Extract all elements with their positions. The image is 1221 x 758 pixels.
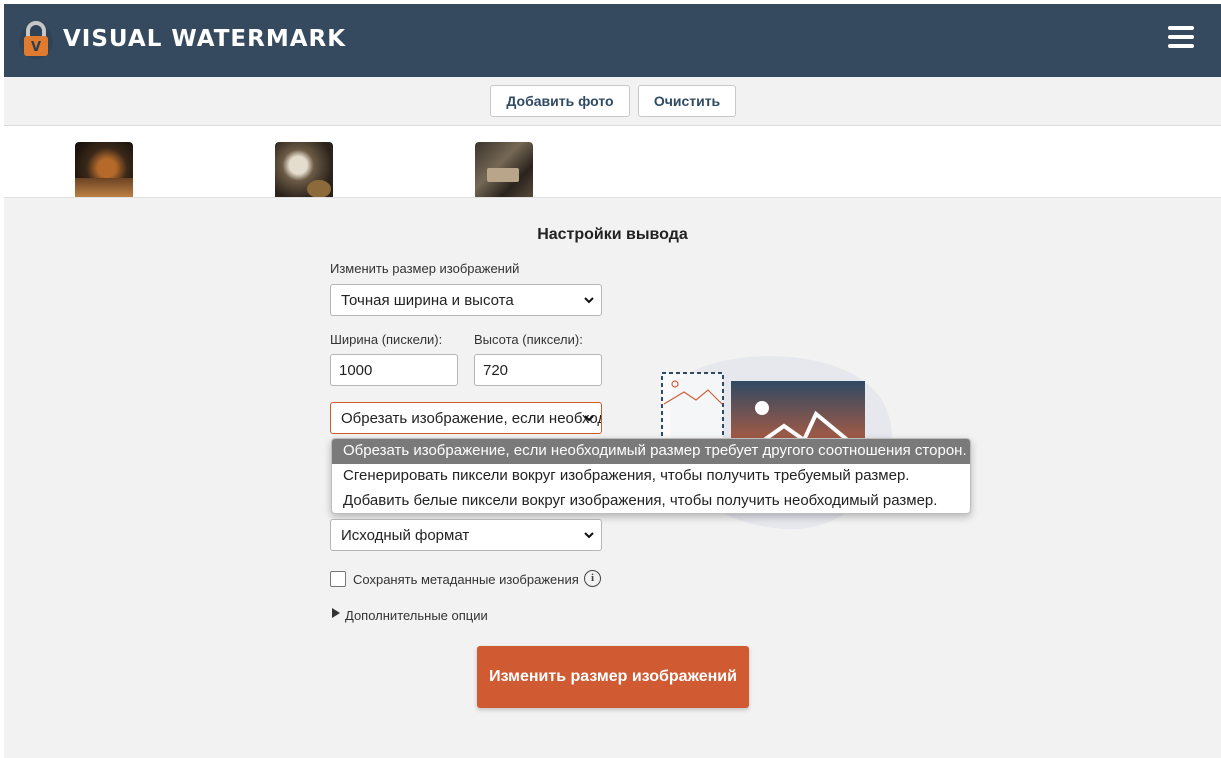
chevron-down-icon (584, 415, 594, 422)
format-select[interactable]: Исходный формат (330, 519, 602, 551)
top-header: V VISUAL WATERMARK (4, 4, 1221, 77)
fit-mode-option-white-pixels[interactable]: Добавить белые пиксели вокруг изображени… (332, 489, 970, 513)
fit-mode-value: Обрезать изображение, если необходимый р… (341, 410, 601, 427)
thumbnail-photo-cafe-table[interactable] (475, 142, 533, 197)
add-photo-button[interactable]: Добавить фото (490, 85, 630, 117)
info-icon[interactable]: i (584, 570, 601, 587)
resize-label: Изменить размер изображений (330, 261, 520, 276)
height-input[interactable]: 720 (474, 354, 602, 386)
keep-metadata-label: Сохранять метаданные изображения (353, 572, 579, 587)
clear-button[interactable]: Очистить (638, 85, 736, 117)
thumbnail-photo-coffee-cup[interactable] (275, 142, 333, 197)
height-label: Высота (пиксели): (474, 332, 583, 347)
resize-mode-value: Точная ширина и высота (341, 292, 514, 309)
resize-mode-select[interactable]: Точная ширина и высота (330, 284, 602, 316)
app-title: VISUAL WATERMARK (63, 26, 347, 52)
thumbnail-strip (4, 126, 1221, 198)
hamburger-menu-icon[interactable] (1168, 26, 1194, 52)
svg-text:V: V (31, 40, 41, 55)
toolbar: Добавить фото Очистить (4, 77, 1221, 126)
advanced-options-toggle[interactable]: Дополнительные опции (345, 608, 488, 623)
fit-mode-option-crop[interactable]: Обрезать изображение, если необходимый р… (332, 439, 970, 464)
resize-images-button[interactable]: Изменить размер изображений (477, 646, 749, 708)
expand-arrow-icon[interactable] (332, 608, 340, 618)
format-value: Исходный формат (341, 527, 470, 544)
keep-metadata-checkbox[interactable] (330, 571, 346, 587)
fit-mode-dropdown-list: Обрезать изображение, если необходимый р… (331, 438, 971, 514)
app-frame: V VISUAL WATERMARK Добавить фото Очистит… (4, 4, 1221, 758)
settings-title: Настройки вывода (537, 226, 688, 243)
chevron-down-icon (584, 297, 594, 304)
fit-mode-option-generate[interactable]: Сгенерировать пиксели вокруг изображения… (332, 464, 970, 489)
width-label: Ширина (пискели): (330, 332, 443, 347)
logo-lock-icon: V (19, 21, 53, 59)
width-input[interactable]: 1000 (330, 354, 458, 386)
thumbnail-photo-tea-glass[interactable] (75, 142, 133, 197)
chevron-down-icon (584, 532, 594, 539)
fit-mode-select[interactable]: Обрезать изображение, если необходимый р… (330, 402, 602, 434)
